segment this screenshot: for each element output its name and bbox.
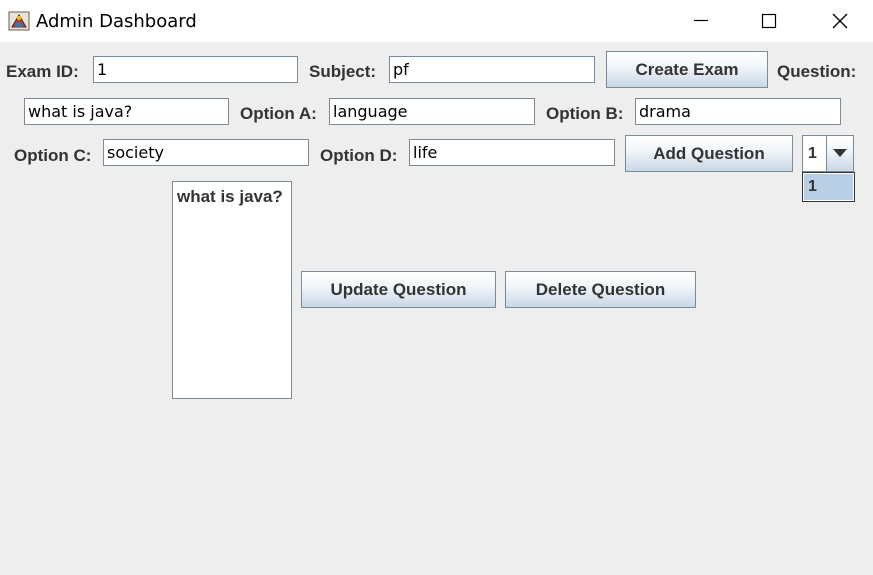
combobox-option[interactable]: 1 <box>804 174 853 200</box>
exam-id-label: Exam ID: <box>6 62 79 81</box>
minimize-button[interactable] <box>677 0 723 42</box>
question-label: Question: <box>777 62 857 81</box>
delete-question-button[interactable]: Delete Question <box>505 271 696 308</box>
subject-label: Subject: <box>309 62 377 81</box>
combobox-dropdown-list: 1 <box>802 172 855 202</box>
maximize-button[interactable] <box>746 0 792 42</box>
java-app-icon <box>7 9 31 33</box>
option-c-field[interactable]: society <box>103 139 309 166</box>
title-bar: Admin Dashboard <box>0 0 873 42</box>
option-a-field[interactable]: language <box>329 98 535 125</box>
close-button[interactable] <box>816 0 862 42</box>
question-number-combobox[interactable]: 1 <box>802 135 854 172</box>
question-field[interactable]: what is java? <box>24 98 229 125</box>
option-d-label: Option D: <box>320 146 398 165</box>
question-list[interactable]: what is java? <box>172 181 292 399</box>
dashboard-content: Exam ID: 1 Subject: pf Create Exam Quest… <box>0 42 873 575</box>
option-b-label: Option B: <box>546 104 624 123</box>
update-question-button[interactable]: Update Question <box>301 271 496 308</box>
option-b-field[interactable]: drama <box>635 98 841 125</box>
create-exam-button[interactable]: Create Exam <box>606 51 768 88</box>
window-title: Admin Dashboard <box>36 11 197 32</box>
question-list-item[interactable]: what is java? <box>177 187 283 207</box>
exam-id-field[interactable]: 1 <box>93 56 298 83</box>
option-c-label: Option C: <box>14 146 92 165</box>
subject-field[interactable]: pf <box>389 56 595 83</box>
add-question-button[interactable]: Add Question <box>625 135 793 172</box>
option-a-label: Option A: <box>240 104 317 123</box>
option-d-field[interactable]: life <box>409 139 615 166</box>
combobox-arrow-button[interactable] <box>826 136 853 171</box>
combobox-selected-value: 1 <box>808 145 817 162</box>
